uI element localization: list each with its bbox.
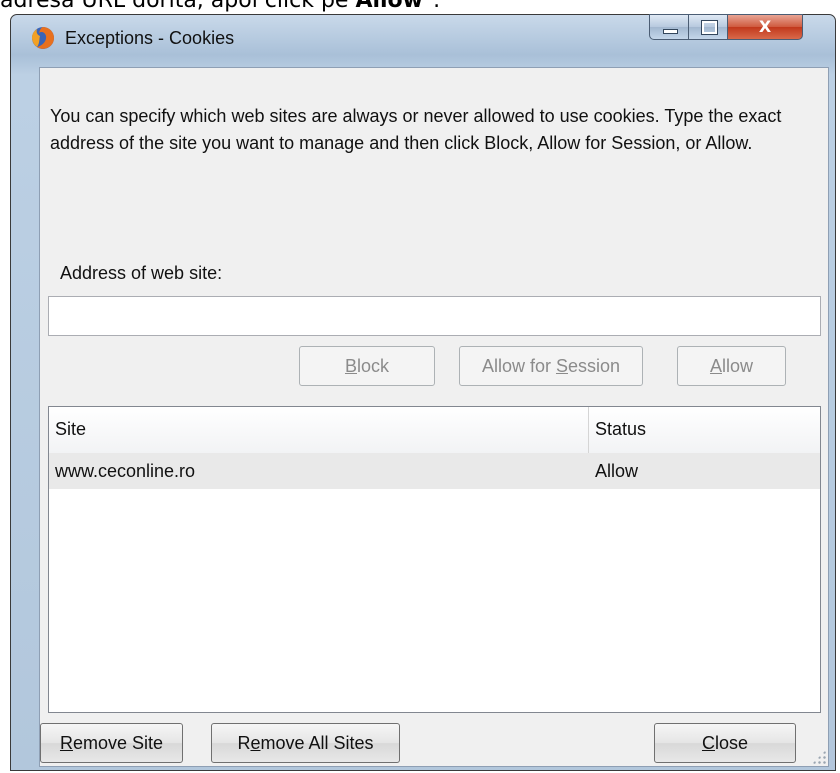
removeall-label-post: move All Sites — [260, 733, 374, 753]
close-icon: X — [758, 17, 772, 36]
removeall-label-accel: e — [250, 733, 261, 753]
session-label-pre: Allow for — [481, 356, 556, 376]
caption-suffix: ". — [423, 0, 441, 13]
session-label-post: ession — [568, 356, 621, 376]
caption-prefix: adresa URL dorita, apoi click pe — [0, 0, 356, 13]
exceptions-list[interactable]: Site Status www.ceconline.ro Allow — [48, 406, 821, 713]
close-label-accel: C — [701, 733, 715, 753]
remove-label-accel: R — [59, 733, 73, 753]
allow-label-post: llow — [722, 356, 754, 376]
close-window-button[interactable]: X — [727, 14, 803, 40]
column-header-site[interactable]: Site — [49, 419, 588, 440]
row-status: Allow — [595, 461, 639, 481]
address-label: Address of web site: — [60, 263, 223, 283]
allow-button[interactable]: Allow — [677, 346, 786, 386]
allow-label-accel: A — [709, 356, 722, 376]
block-label-accel: B — [344, 356, 357, 376]
removeall-label-pre: R — [237, 733, 251, 753]
remove-site-button[interactable]: Remove Site — [40, 723, 183, 763]
maximize-button[interactable] — [688, 14, 728, 40]
remove-label-post: emove Site — [72, 733, 164, 753]
table-row[interactable]: www.ceconline.ro Allow — [49, 453, 820, 489]
close-button[interactable]: Close — [654, 723, 796, 763]
maximize-icon — [701, 20, 718, 35]
block-label-post: lock — [357, 356, 390, 376]
list-header: Site Status — [49, 407, 820, 454]
column-header-status[interactable]: Status — [589, 419, 646, 440]
title-bar[interactable]: Exceptions - Cookies X — [11, 14, 835, 63]
minimize-button[interactable] — [649, 14, 689, 40]
description-text: You can specify which web sites are alwa… — [50, 106, 782, 153]
row-site: www.ceconline.ro — [55, 461, 196, 481]
instruction-caption: adresa URL dorita, apoi click pe Allow". — [0, 0, 440, 14]
close-label-post: lose — [714, 733, 749, 753]
dialog-body: You can specify which web sites are alwa… — [39, 67, 829, 767]
exceptions-cookies-window: Exceptions - Cookies X You can specify w… — [10, 14, 836, 771]
allow-for-session-button[interactable]: Allow for Session — [459, 346, 643, 386]
session-label-accel: S — [555, 356, 568, 376]
address-input[interactable] — [48, 296, 821, 336]
minimize-icon — [663, 29, 678, 34]
resize-grip[interactable] — [812, 750, 826, 764]
caption-bold: Allow — [355, 0, 423, 13]
window-title: Exceptions - Cookies — [65, 28, 235, 48]
remove-all-sites-button[interactable]: Remove All Sites — [211, 723, 400, 763]
block-button[interactable]: Block — [299, 346, 435, 386]
firefox-icon — [32, 27, 54, 49]
